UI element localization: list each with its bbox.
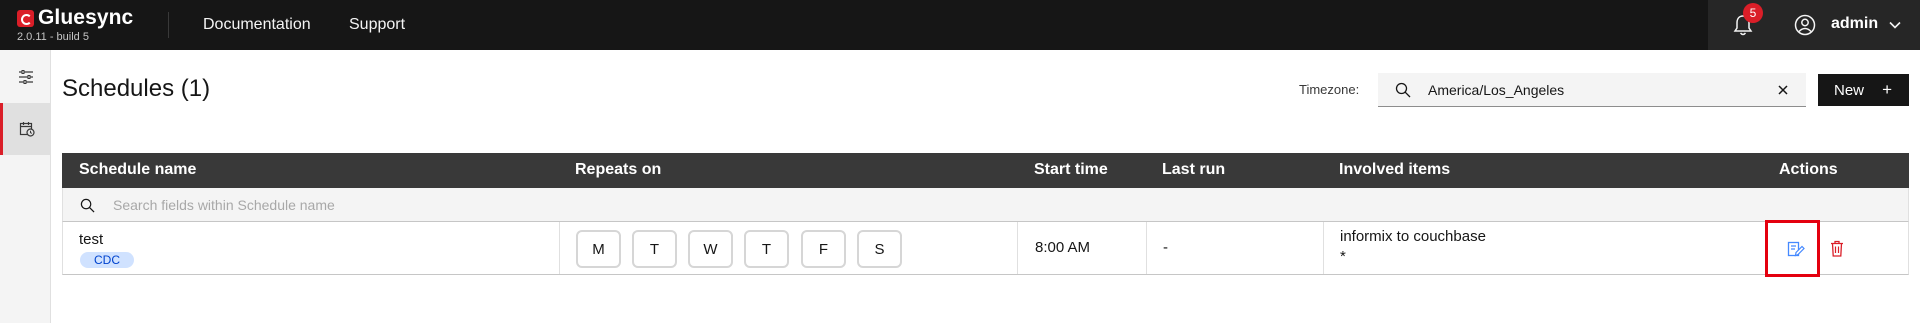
- rail-item-pipelines[interactable]: [0, 51, 51, 103]
- column-divider: [1146, 222, 1147, 274]
- nav-support[interactable]: Support: [349, 16, 405, 34]
- column-header-schedule-name[interactable]: Schedule name: [79, 161, 196, 179]
- day-toggle-monday[interactable]: M: [576, 230, 621, 268]
- brand[interactable]: Gluesync 2.0.11 - build 5: [17, 6, 133, 43]
- trash-icon[interactable]: [1830, 240, 1844, 257]
- table-filter-row: [62, 188, 1909, 222]
- brand-version: 2.0.11 - build 5: [17, 31, 89, 43]
- header-divider: [168, 12, 169, 38]
- top-header: Gluesync 2.0.11 - build 5 Documentation …: [0, 0, 1920, 50]
- involved-items-extra: *: [1340, 248, 1346, 265]
- user-avatar-icon[interactable]: [1794, 14, 1816, 36]
- involved-items: informix to couchbase: [1340, 228, 1486, 245]
- notification-badge: 5: [1743, 3, 1763, 23]
- gluesync-logo-icon: [17, 9, 34, 27]
- edit-icon[interactable]: [1787, 240, 1805, 258]
- type-tag: CDC: [80, 252, 134, 268]
- side-rail: [0, 50, 51, 323]
- schedules-table: Schedule name Repeats on Start time Last…: [62, 153, 1909, 277]
- close-icon[interactable]: [1776, 83, 1790, 97]
- list-settings-icon: [18, 70, 33, 84]
- start-time: 8:00 AM: [1035, 239, 1091, 256]
- day-toggle-saturday[interactable]: S: [857, 230, 902, 268]
- rail-item-schedules[interactable]: [0, 103, 51, 155]
- column-header-involved-items[interactable]: Involved items: [1339, 161, 1450, 179]
- new-button-label: New: [1834, 81, 1865, 99]
- filter-input[interactable]: [113, 188, 813, 221]
- day-toggle-friday[interactable]: F: [801, 230, 846, 268]
- schedule-name[interactable]: test: [79, 231, 103, 248]
- column-header-last-run[interactable]: Last run: [1162, 161, 1225, 179]
- table-row[interactable]: test CDC M T W T F S 8:00 AM - informix …: [62, 220, 1909, 277]
- day-toggle-tuesday[interactable]: T: [632, 230, 677, 268]
- column-header-repeats-on[interactable]: Repeats on: [575, 161, 661, 179]
- calendar-clock-icon: [19, 122, 35, 137]
- column-divider: [559, 222, 560, 274]
- nav-documentation[interactable]: Documentation: [203, 16, 311, 34]
- search-icon: [1395, 82, 1411, 98]
- chevron-down-icon[interactable]: [1888, 18, 1902, 32]
- column-divider: [1017, 222, 1018, 274]
- user-menu-name[interactable]: admin: [1831, 15, 1878, 33]
- add-icon: +: [1882, 80, 1892, 99]
- day-toggle-wednesday[interactable]: W: [688, 230, 733, 268]
- search-icon: [80, 198, 95, 213]
- column-divider: [1323, 222, 1324, 274]
- timezone-input[interactable]: [1428, 73, 1768, 107]
- last-run: -: [1163, 239, 1168, 256]
- timezone-label: Timezone:: [1299, 82, 1360, 97]
- column-header-actions: Actions: [1779, 161, 1838, 178]
- timezone-search: [1378, 73, 1806, 107]
- column-header-start-time[interactable]: Start time: [1034, 161, 1108, 179]
- new-schedule-button[interactable]: New +: [1818, 74, 1909, 106]
- table-header: Schedule name Repeats on Start time Last…: [62, 153, 1909, 188]
- day-toggle-thursday[interactable]: T: [744, 230, 789, 268]
- page-title: Schedules (1): [62, 75, 211, 102]
- brand-name: Gluesync: [38, 6, 134, 29]
